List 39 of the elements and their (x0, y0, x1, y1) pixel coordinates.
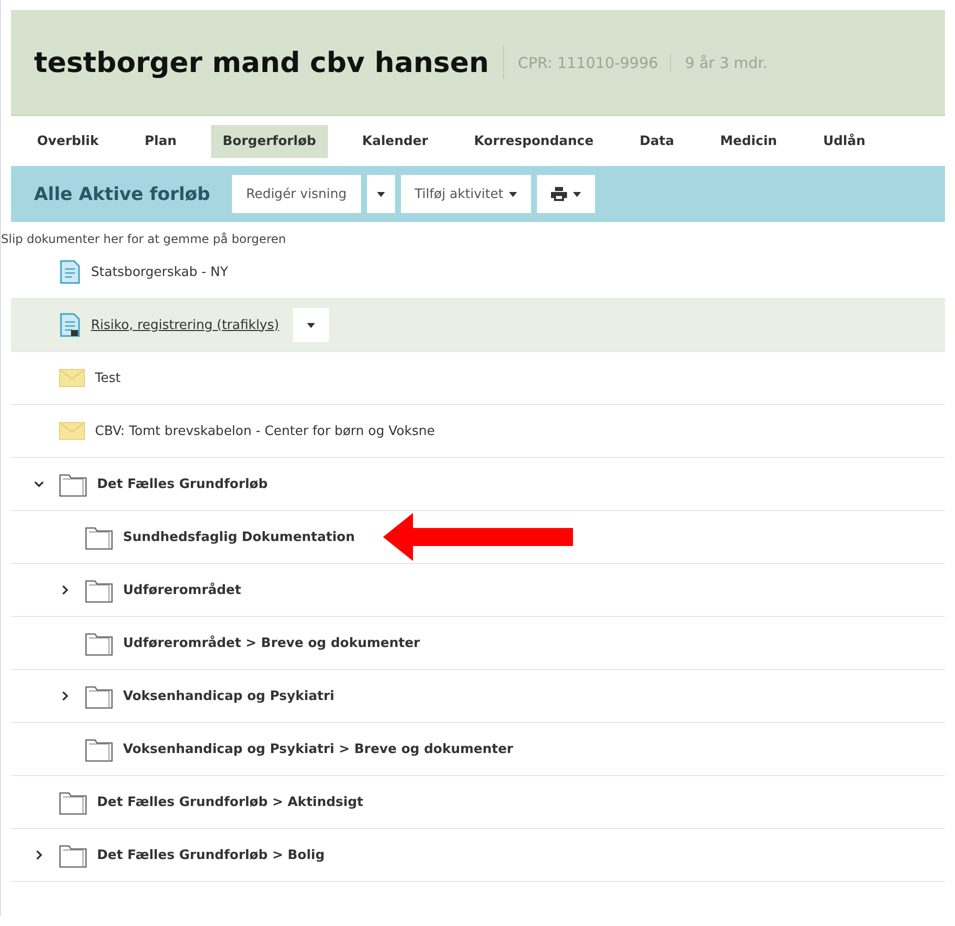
nav-tab[interactable]: Plan (132, 124, 189, 158)
caret-icon (573, 192, 582, 196)
drop-hint: Slip dokumenter her for at gemme på borgeren (1, 232, 287, 246)
item-label: Sundhedsfaglig Dokumentation (123, 530, 355, 544)
toolbar-title: Alle Aktive forløb (34, 184, 210, 204)
age-text: 9 år 3 mdr. (685, 54, 768, 72)
item-label: Udførerområdet (123, 582, 242, 598)
nav-tab[interactable]: Korrespondance (462, 124, 606, 158)
printer-icon (551, 187, 568, 201)
nav-tab[interactable]: Medicin (708, 124, 790, 158)
item-label: Udførerområdet > Breve og dokumenter (123, 636, 420, 650)
item-label: Det Fælles Grundforløb (97, 476, 268, 492)
caret-icon (376, 192, 385, 196)
add-activity-button[interactable]: Tilføj aktivitet (400, 175, 532, 213)
form-document-icon (59, 260, 81, 284)
citizen-name: testborger mand cbv hansen (34, 46, 504, 79)
item-label: Voksenhandicap og Psykiatri > Breve og dokumenter (123, 742, 514, 756)
item-label: CBV: Tomt brevskabelon - Center for børn og Voksne (95, 424, 435, 438)
nav-tab[interactable]: Udlån (811, 124, 878, 158)
item-label: Det Fælles Grundforløb > Aktindsigt (97, 794, 364, 810)
caret-icon (307, 322, 316, 328)
item-label: Voksenhandicap og Psykiatri (123, 688, 334, 704)
tree-row[interactable]: Risiko, registrering (trafiklys) (11, 299, 945, 352)
nav-tab[interactable]: Data (628, 124, 686, 158)
print-button[interactable] (537, 175, 596, 213)
item-link[interactable]: Risiko, registrering (trafiklys) (91, 318, 280, 332)
nav-tab[interactable]: Overblik (25, 124, 111, 158)
edit-view-button[interactable]: Redigér visning (232, 175, 361, 213)
item-label: Test (95, 370, 121, 386)
caret-icon (509, 192, 518, 196)
cpr-number: CPR: 111010-9996 (518, 54, 672, 72)
nav-tab[interactable]: Borgerforløb (210, 124, 328, 158)
nav-tab[interactable]: Kalender (350, 124, 440, 158)
item-label: Det Fælles Grundforløb > Bolig (97, 848, 325, 862)
locked-document-icon (59, 313, 81, 337)
envelope-icon (59, 369, 85, 387)
item-label: Statsborgerskab - NY (91, 264, 228, 280)
envelope-icon (59, 422, 85, 440)
tree-row[interactable]: Sundhedsfaglig Dokumentation (11, 511, 945, 564)
